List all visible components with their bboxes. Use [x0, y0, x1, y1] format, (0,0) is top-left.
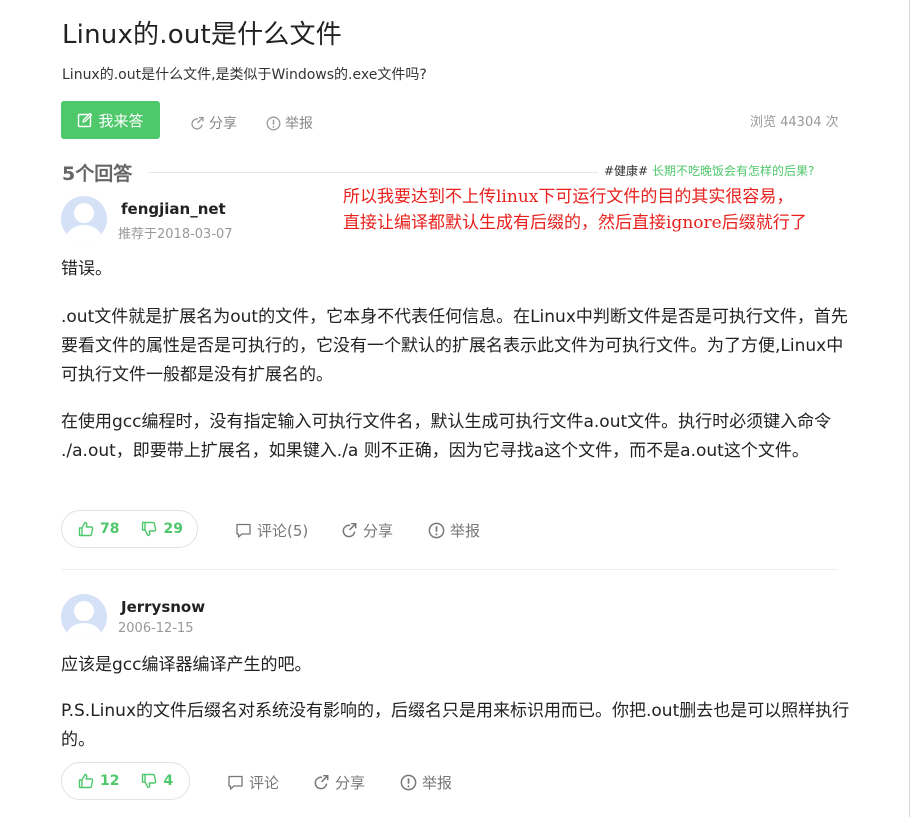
thumbs-down-icon — [141, 521, 157, 537]
share-answer-label: 分享 — [363, 522, 394, 540]
upvote-button[interactable]: 78 — [78, 521, 119, 537]
comment-label: 评论(5) — [257, 522, 309, 540]
avatar-icon — [74, 203, 94, 223]
comment-icon — [227, 774, 244, 791]
share-question-label: 分享 — [209, 116, 237, 132]
answer-username[interactable]: Jerrysnow — [121, 598, 205, 616]
share-icon — [313, 774, 330, 791]
hot-topic-tag[interactable]: #健康# — [604, 162, 648, 179]
annotation-note: 所以我要达到不上传linux下可运行文件的目的其实很容易， 直接让编译都默认生成… — [343, 184, 807, 236]
answer-button[interactable]: 我来答 — [61, 101, 160, 139]
thumbs-down-icon — [141, 773, 157, 789]
answer-paragraph: 应该是gcc编译器编译产生的吧。 — [61, 655, 312, 675]
comment-icon — [235, 522, 252, 539]
edit-icon — [77, 112, 93, 128]
answer-paragraph: 在使用gcc编程时，没有指定输入可执行文件名，默认生成可执行文件a.out文件。… — [61, 412, 832, 461]
avatar-body — [66, 225, 102, 242]
share-answer-label: 分享 — [335, 774, 366, 792]
annotation-line-1: 所以我要达到不上传linux下可运行文件的目的其实很容易， — [343, 187, 794, 207]
share-question-button[interactable]: 分享 — [190, 113, 237, 133]
report-icon — [266, 116, 281, 131]
view-count: 浏览 44304 次 — [750, 115, 839, 130]
page-right-border — [909, 0, 910, 817]
report-answer-button[interactable]: 举报 — [428, 520, 480, 541]
share-icon — [190, 116, 205, 131]
answer-username[interactable]: fengjian_net — [121, 200, 226, 218]
avatar-icon — [74, 601, 94, 621]
downvote-count: 4 — [163, 773, 174, 789]
upvote-count: 12 — [100, 773, 120, 789]
share-icon — [341, 522, 358, 539]
comment-label: 评论 — [249, 774, 280, 792]
answer-paragraph: .out文件就是扩展名为out的文件，它本身不代表任何信息。在Linux中判断文… — [61, 307, 848, 385]
upvote-count: 78 — [100, 521, 120, 537]
downvote-button[interactable]: 29 — [141, 521, 183, 537]
answer-count: 5个回答 — [62, 163, 133, 185]
avatar[interactable] — [61, 594, 107, 640]
report-question-button[interactable]: 举报 — [266, 113, 313, 133]
upvote-button[interactable]: 12 — [78, 773, 119, 789]
answer-divider — [62, 569, 837, 570]
comment-button[interactable]: 评论(5) — [235, 520, 308, 541]
comment-button[interactable]: 评论 — [227, 772, 279, 793]
vote-group: 78 29 — [61, 510, 198, 548]
hot-topic-link[interactable]: 长期不吃晚饭会有怎样的后果? — [652, 162, 814, 179]
answer-count-divider — [148, 172, 598, 173]
report-icon — [428, 522, 445, 539]
share-answer-button[interactable]: 分享 — [341, 520, 393, 541]
answer-button-label: 我来答 — [98, 111, 144, 130]
share-answer-button[interactable]: 分享 — [313, 772, 365, 793]
avatar-body — [66, 623, 102, 640]
answer-paragraph: 错误。 — [61, 259, 112, 279]
vote-group: 12 4 — [61, 762, 190, 800]
thumbs-up-icon — [78, 521, 94, 537]
answer-paragraph: P.S.Linux的文件后缀名对系统没有影响的，后缀名只是用来标识用而已。你把.… — [61, 701, 850, 750]
thumbs-up-icon — [78, 773, 94, 789]
question-description: Linux的.out是什么文件,是类似于Windows的.exe文件吗? — [62, 67, 427, 83]
annotation-line-2: 直接让编译都默认生成有后缀的，然后直接ignore后缀就行了 — [343, 213, 807, 233]
report-answer-label: 举报 — [450, 522, 481, 540]
answer-date: 2006-12-15 — [118, 621, 194, 636]
question-title: Linux的.out是什么文件 — [62, 20, 342, 50]
report-answer-label: 举报 — [422, 774, 453, 792]
answer-date: 推荐于2018-03-07 — [118, 227, 233, 242]
downvote-button[interactable]: 4 — [141, 773, 173, 789]
avatar[interactable] — [61, 196, 107, 242]
report-answer-button[interactable]: 举报 — [400, 772, 452, 793]
downvote-count: 29 — [163, 521, 183, 537]
report-question-label: 举报 — [285, 116, 313, 132]
report-icon — [400, 774, 417, 791]
